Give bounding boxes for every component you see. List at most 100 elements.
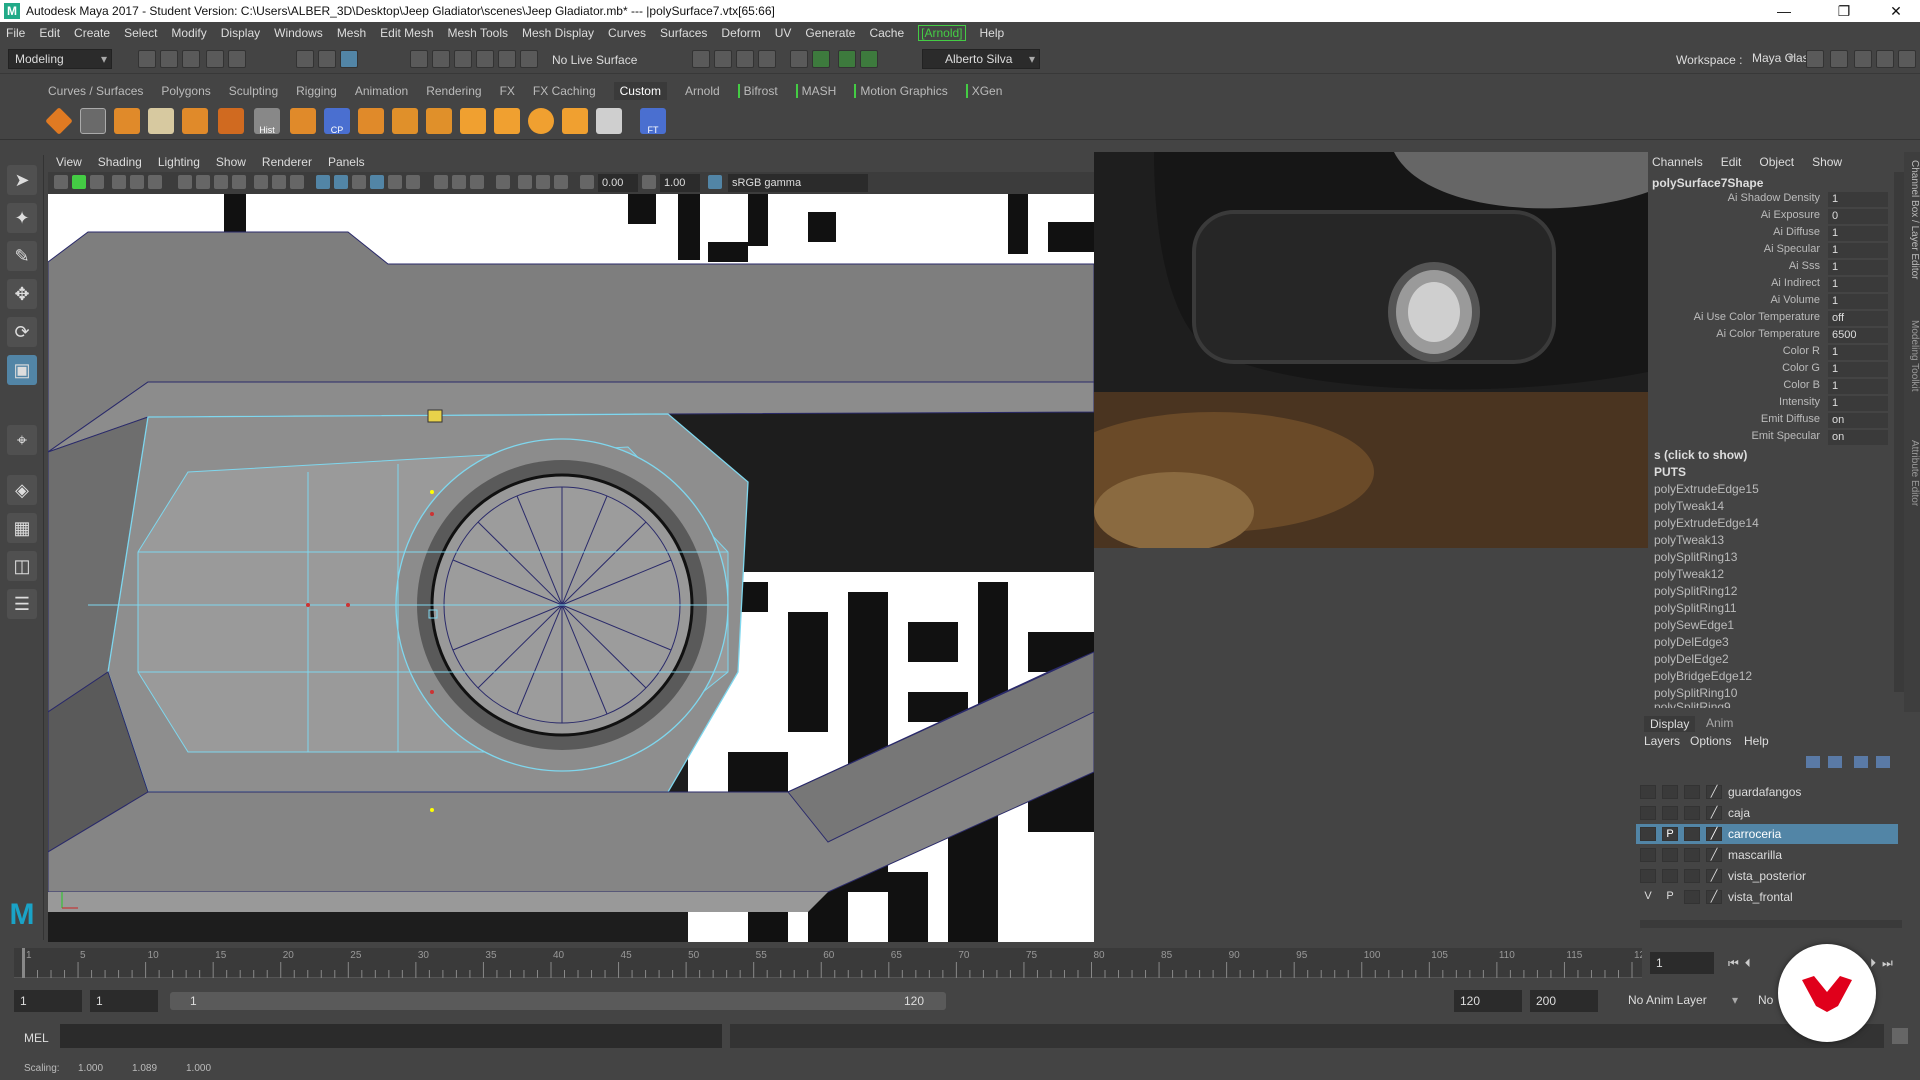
menu-surfaces[interactable]: Surfaces: [660, 26, 707, 40]
attr-row[interactable]: Ai Use Color Temperature off: [1648, 311, 1920, 327]
select-component-icon[interactable]: [340, 50, 358, 68]
close-button[interactable]: ✕: [1874, 0, 1918, 22]
layer-row[interactable]: V P ╱ vista_frontal: [1636, 887, 1898, 907]
live-surface-label[interactable]: No Live Surface: [552, 53, 637, 67]
attr-row[interactable]: Color B 1: [1648, 379, 1920, 395]
time-slider-track[interactable]: 1 5 10 15 20 25 30 35 40 45 50 55 60 65 70 75 80 85 90 95 10…: [14, 948, 1642, 978]
vp-menu-show[interactable]: Show: [216, 155, 246, 169]
tab-arnold[interactable]: Arnold: [685, 84, 720, 98]
vp-menu-view[interactable]: View: [56, 155, 82, 169]
layer-playback-toggle[interactable]: P: [1662, 890, 1678, 904]
cb-menu-channels[interactable]: Channels: [1652, 155, 1703, 169]
xray-active-icon[interactable]: [554, 175, 568, 189]
isolate-select-icon[interactable]: [496, 175, 510, 189]
attr-row[interactable]: Ai Color Temperature 6500: [1648, 328, 1920, 344]
color-management-icon[interactable]: [708, 175, 722, 189]
layer-visibility-toggle[interactable]: [1640, 869, 1656, 883]
history-node[interactable]: polySewEdge1: [1654, 618, 1734, 632]
grease-pencil-icon[interactable]: [148, 175, 162, 189]
camera-attr-icon[interactable]: [72, 175, 86, 189]
channel-box-scrollbar[interactable]: [1894, 172, 1904, 692]
select-hierarchy-icon[interactable]: [296, 50, 314, 68]
playback-start-field[interactable]: 1: [90, 990, 158, 1012]
image-plane-icon[interactable]: [112, 175, 126, 189]
textured-icon[interactable]: [388, 175, 402, 189]
tool-settings-icon[interactable]: [1854, 50, 1872, 68]
snap-icon[interactable]: ⌖: [7, 425, 37, 455]
arnold-flush-icon[interactable]: [860, 50, 878, 68]
tab-display-layers[interactable]: Display: [1644, 716, 1696, 732]
motion-blur-icon[interactable]: [470, 175, 484, 189]
gamma-icon[interactable]: [642, 175, 656, 189]
tab-anim-layers[interactable]: Anim: [1706, 716, 1733, 730]
layer-color-swatch[interactable]: ╱: [1706, 848, 1722, 862]
history-node[interactable]: polyTweak14: [1654, 499, 1724, 513]
move-layer-down-icon[interactable]: [1828, 756, 1842, 768]
history-node[interactable]: polySplitRing11: [1654, 601, 1737, 615]
attr-value[interactable]: 1: [1828, 260, 1888, 275]
modeling-toolkit-icon[interactable]: [1806, 50, 1824, 68]
menu-windows[interactable]: Windows: [274, 26, 323, 40]
attr-row[interactable]: Ai Indirect 1: [1648, 277, 1920, 293]
layer-type-toggle[interactable]: [1684, 890, 1700, 904]
cb-menu-object[interactable]: Object: [1759, 155, 1794, 169]
layer-row[interactable]: ╱ mascarilla: [1636, 845, 1898, 865]
menu-create[interactable]: Create: [74, 26, 110, 40]
history-node[interactable]: polyTweak13: [1654, 533, 1724, 547]
attr-value[interactable]: on: [1828, 430, 1888, 445]
grid-icon[interactable]: [178, 175, 192, 189]
new-layer-icon[interactable]: [1854, 756, 1868, 768]
exposure-field[interactable]: 0.00: [598, 174, 638, 192]
hypershade-icon[interactable]: [758, 50, 776, 68]
history-node[interactable]: polyDelEdge3: [1654, 635, 1729, 649]
tab-bifrost[interactable]: Bifrost: [737, 84, 778, 98]
side-tab-modeling-toolkit[interactable]: Modeling Toolkit: [1904, 320, 1920, 420]
snap-together-icon[interactable]: [358, 108, 384, 134]
time-slider[interactable]: 1 5 10 15 20 25 30 35 40 45 50 55 60 65 70 75 80 85 90 95 10…: [0, 942, 1920, 982]
edge-loop-icon[interactable]: [290, 108, 316, 134]
layer-color-swatch[interactable]: ╱: [1706, 890, 1722, 904]
menu-arnold[interactable]: [Arnold]: [918, 25, 966, 41]
layer-editor-icon[interactable]: [1898, 50, 1916, 68]
attribute-editor-icon[interactable]: [1830, 50, 1848, 68]
layer-playback-toggle[interactable]: [1662, 785, 1678, 799]
menu-curves[interactable]: Curves: [608, 26, 646, 40]
layer-name[interactable]: vista_frontal: [1728, 890, 1793, 904]
menu-set-dropdown[interactable]: Modeling: [8, 49, 112, 69]
move-tool-icon[interactable]: ✥: [7, 279, 37, 309]
scale-tool-icon[interactable]: ▣: [7, 355, 37, 385]
layer-playback-toggle[interactable]: P: [1662, 827, 1678, 841]
current-frame-field[interactable]: 1: [1650, 952, 1714, 974]
layer-type-toggle[interactable]: [1684, 806, 1700, 820]
redo-icon[interactable]: [228, 50, 246, 68]
attr-row[interactable]: Ai Sss 1: [1648, 260, 1920, 276]
attr-value[interactable]: 1: [1828, 396, 1888, 411]
field-chart-icon[interactable]: [254, 175, 268, 189]
new-layer-selected-icon[interactable]: [1876, 756, 1890, 768]
layer-menu-options[interactable]: Options: [1690, 734, 1731, 748]
layer-row[interactable]: ╱ guardafangos: [1636, 782, 1898, 802]
layer-name[interactable]: mascarilla: [1728, 848, 1782, 862]
ambient-occlusion-icon[interactable]: [452, 175, 466, 189]
menu-display[interactable]: Display: [221, 26, 260, 40]
poly-plane-icon[interactable]: [80, 108, 106, 134]
rotate-tool-icon[interactable]: ⟳: [7, 317, 37, 347]
snap-curve-icon[interactable]: [432, 50, 450, 68]
attr-row[interactable]: Ai Shadow Density 1: [1648, 192, 1920, 208]
gate-mask-icon[interactable]: [232, 175, 246, 189]
side-tab-channel-box[interactable]: Channel Box / Layer Editor: [1904, 152, 1920, 712]
safe-title-icon[interactable]: [290, 175, 304, 189]
vp-menu-panels[interactable]: Panels: [328, 155, 365, 169]
menu-deform[interactable]: Deform: [721, 26, 760, 40]
minimize-button[interactable]: —: [1762, 0, 1806, 22]
attr-value[interactable]: off: [1828, 311, 1888, 326]
playback-controls[interactable]: ⏮⏴: [1728, 956, 1757, 971]
render-settings-icon[interactable]: [736, 50, 754, 68]
attr-value[interactable]: 1: [1828, 345, 1888, 360]
user-account-dropdown[interactable]: Alberto Silva: [922, 49, 1040, 69]
select-camera-icon[interactable]: [54, 175, 68, 189]
slide-edge-icon[interactable]: [392, 108, 418, 134]
safe-action-icon[interactable]: [272, 175, 286, 189]
anim-layer-dropdown[interactable]: No Anim Layer: [1622, 991, 1742, 1011]
attr-value[interactable]: 0: [1828, 209, 1888, 224]
